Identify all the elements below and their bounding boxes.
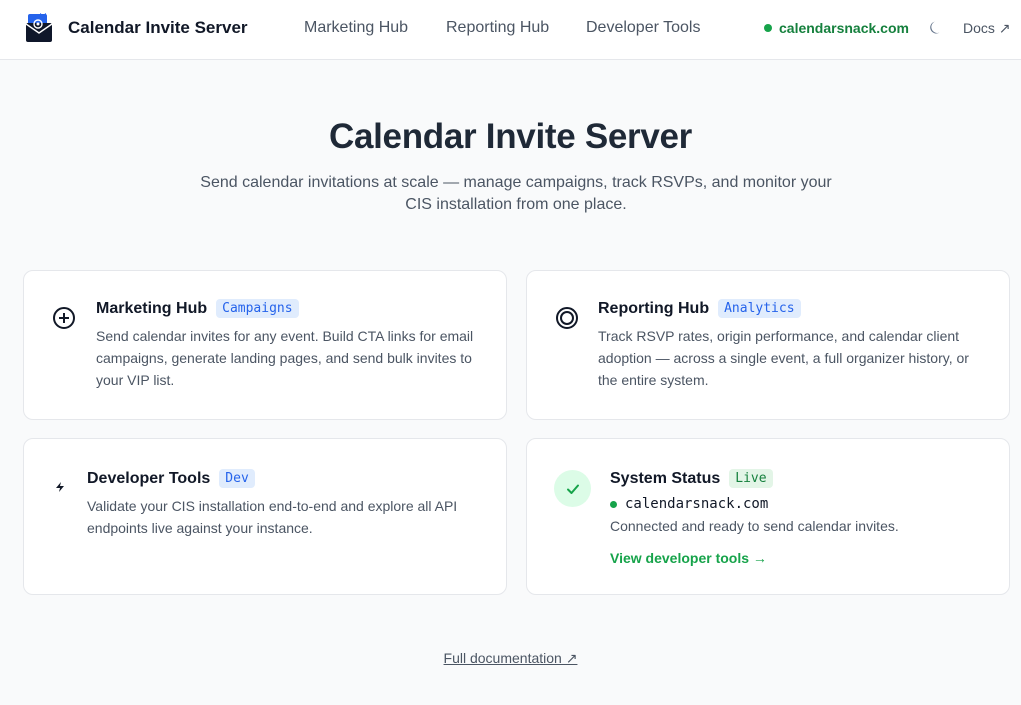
status-domain-label: calendarsnack.com	[625, 496, 769, 512]
page-title: Calendar Invite Server	[328, 117, 693, 156]
status-badge	[554, 470, 591, 507]
card-title: System Status	[610, 469, 721, 487]
reporting-hub-heading: Reporting Hub Analytics	[598, 299, 801, 318]
card-description: Track RSVP rates, origin performance, an…	[598, 328, 969, 388]
card-tag: Campaigns	[216, 299, 299, 318]
status-message: Connected and ready to send calendar inv…	[610, 518, 899, 534]
plus-circle-icon	[53, 307, 75, 329]
footer: Full documentation ↗	[0, 650, 1021, 667]
system-status-card: System Status Live calendarsnack.com Con…	[526, 438, 1010, 595]
marketing-hub-card[interactable]: Marketing Hub Campaigns Send calendar in…	[23, 270, 507, 420]
lightning-icon	[56, 482, 64, 492]
envelope-at-logo-icon[interactable]	[26, 13, 52, 43]
check-icon	[566, 484, 579, 494]
target-icon	[556, 307, 578, 329]
view-developer-tools-link[interactable]: View developer tools →	[610, 550, 767, 566]
status-domain: calendarsnack.com	[610, 496, 768, 512]
reporting-hub-card[interactable]: Reporting Hub Analytics Track RSVP rates…	[526, 270, 1010, 420]
developer-tools-card[interactable]: Developer Tools Dev Validate your CIS in…	[23, 438, 507, 595]
page-subtitle: Send calendar invitations at scale — man…	[200, 174, 832, 213]
card-tag: Dev	[219, 469, 255, 488]
nav-reporting-hub[interactable]: Reporting Hub	[446, 19, 549, 37]
connected-domain-label: calendarsnack.com	[779, 20, 909, 36]
live-tag: Live	[729, 469, 773, 488]
card-title: Marketing Hub	[96, 299, 208, 317]
developer-tools-heading: Developer Tools Dev	[87, 469, 255, 488]
moon-icon[interactable]	[927, 20, 943, 36]
card-title: Developer Tools	[87, 469, 211, 487]
full-documentation-link[interactable]: Full documentation ↗	[444, 650, 578, 666]
status-dot	[764, 24, 772, 32]
marketing-hub-heading: Marketing Hub Campaigns	[96, 299, 299, 318]
app-title: Calendar Invite Server	[68, 18, 248, 37]
card-tag: Analytics	[718, 299, 801, 318]
nav-developer-tools[interactable]: Developer Tools	[586, 19, 700, 37]
system-status-heading: System Status Live	[610, 469, 773, 488]
card-description: Send calendar invites for any event. Bui…	[96, 328, 474, 388]
top-header: Calendar Invite Server Marketing Hub Rep…	[0, 0, 1021, 60]
card-title: Reporting Hub	[598, 299, 710, 317]
nav-marketing-hub[interactable]: Marketing Hub	[304, 19, 408, 37]
status-dot	[610, 500, 617, 508]
card-description: Validate your CIS installation end-to-en…	[87, 498, 458, 536]
connected-domain: calendarsnack.com	[764, 20, 909, 36]
docs-link[interactable]: Docs ↗	[963, 20, 1011, 37]
